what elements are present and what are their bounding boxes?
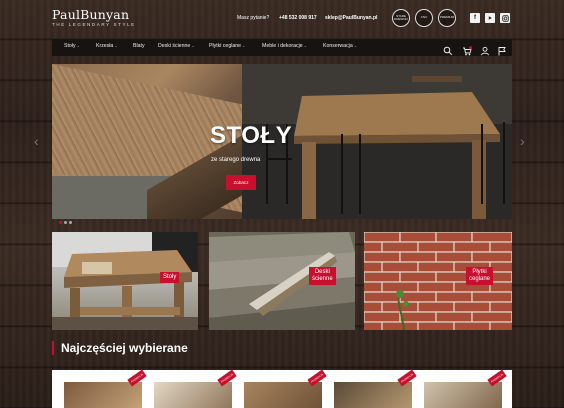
hero-title: STOŁY <box>210 122 293 149</box>
hero-cta-button[interactable]: Zobacz <box>226 175 256 190</box>
slider-dot[interactable] <box>64 221 67 224</box>
slider-dot[interactable] <box>59 221 62 224</box>
category-tile-deski-scienne[interactable]: Deski ścienne <box>209 232 355 330</box>
nav-item-deski-scienne[interactable]: Deski ścienne⌄ <box>158 43 195 49</box>
product-card[interactable] <box>334 382 412 408</box>
nav-item-plytki-ceglane[interactable]: Płytki ceglane⌄ <box>209 43 245 49</box>
site-header: PaulBunyan THE LEGENDARY STYLE Masz pyta… <box>0 0 564 38</box>
instagram-icon[interactable] <box>500 13 510 23</box>
products-carousel: PROMOCJA PROMOCJA PROMOCJA PROMOCJA PROM… <box>52 369 512 408</box>
product-card[interactable] <box>64 382 142 408</box>
category-label-stoly: Stoły <box>160 272 180 283</box>
facebook-icon[interactable]: f <box>470 13 480 23</box>
youtube-icon[interactable] <box>485 13 495 23</box>
badge-stare-drewno: STARE DREWNO <box>392 9 410 27</box>
nav-item-krzesla[interactable]: Krzesła⌄ <box>96 43 118 49</box>
badge-premium: PREMIUM <box>438 9 456 27</box>
badge-cnc: CNC <box>415 9 433 27</box>
user-icon[interactable] <box>480 43 490 56</box>
hero-subtitle: ze starego drewna <box>211 157 261 163</box>
slider-prev-icon[interactable]: ‹ <box>34 133 39 149</box>
nav-item-blaty[interactable]: Blaty <box>133 43 145 49</box>
category-tile-stoly[interactable]: Stoły <box>52 232 198 330</box>
slider-dot[interactable] <box>69 221 72 224</box>
category-tile-plytki-ceglane[interactable]: Płytki ceglane <box>364 232 512 330</box>
product-card[interactable] <box>424 382 502 408</box>
nav-item-stoly[interactable]: Stoły⌄ <box>64 43 80 49</box>
logo-tagline: THE LEGENDARY STYLE <box>52 22 136 27</box>
logo[interactable]: PaulBunyan THE LEGENDARY STYLE <box>52 7 136 27</box>
nav-item-meble-dekoracje[interactable]: Meble i dekoracje⌄ <box>262 43 307 49</box>
search-icon[interactable] <box>443 43 453 56</box>
section-title-najczesciej-wybierane: Najczęściej wybierane <box>52 341 188 355</box>
category-label-plytki-ceglane: Płytki ceglane <box>466 267 494 285</box>
category-label-deski-scienne: Deski ścienne <box>309 267 336 285</box>
logo-text: PaulBunyan <box>52 7 130 22</box>
nav-item-konserwacja[interactable]: Konserwacja⌄ <box>323 43 357 49</box>
slider-dots <box>59 211 74 229</box>
email-link[interactable]: sklep@PaulBunyan.pl <box>325 15 377 21</box>
cart-icon[interactable] <box>462 43 473 56</box>
product-card[interactable] <box>244 382 322 408</box>
phone-link[interactable]: +48 532 008 917 <box>279 15 317 21</box>
slider-next-icon[interactable]: › <box>520 133 525 149</box>
contact-question: Masz pytanie? <box>237 15 270 21</box>
product-card[interactable] <box>154 382 232 408</box>
main-nav: Stoły⌄ Krzesła⌄ Blaty Deski ścienne⌄ Pły… <box>52 38 512 56</box>
flag-icon[interactable] <box>497 43 507 56</box>
